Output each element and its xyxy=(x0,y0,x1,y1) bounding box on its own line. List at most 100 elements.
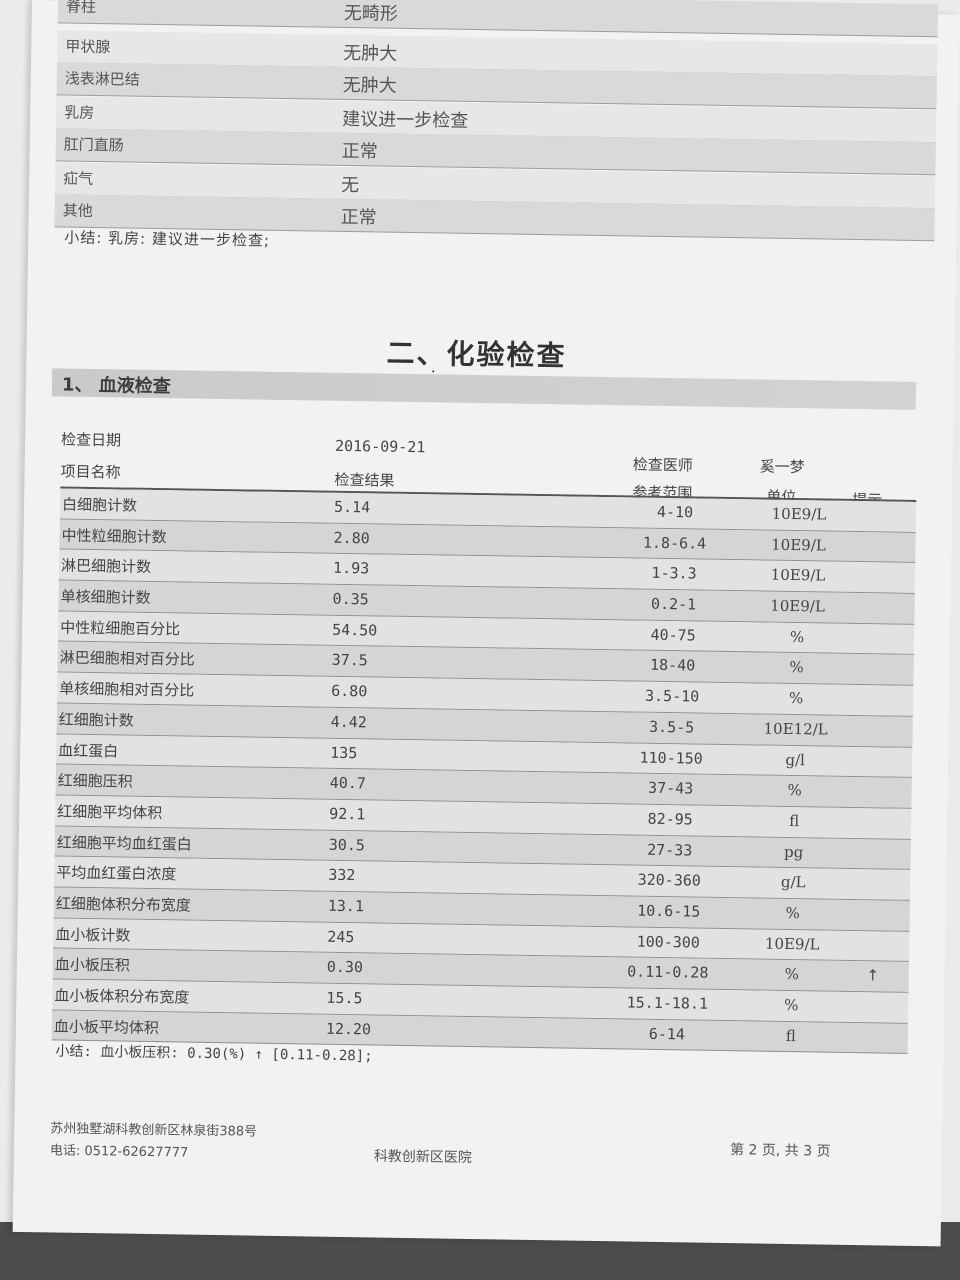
exam-name: 疝气 xyxy=(63,169,94,188)
lab-item-unit: fl xyxy=(789,811,800,831)
exam-result: 无 xyxy=(340,174,360,197)
exam-summary: 小结: 乳房: 建议进一步检查; xyxy=(64,228,271,250)
lab-item-name: 中性粒细胞计数 xyxy=(61,526,167,546)
lab-item-flag xyxy=(852,1028,892,1029)
lab-item-flag xyxy=(855,844,895,845)
doctor-label: 检查医师 xyxy=(632,455,693,475)
lab-item-name: 红细胞平均血红蛋白 xyxy=(56,833,192,854)
lab-item-flag: ↑ xyxy=(866,966,880,985)
lab-item-reference: 110-150 xyxy=(639,748,703,768)
lab-item-reference: 27-33 xyxy=(647,840,693,860)
lab-item-name: 红细胞计数 xyxy=(58,710,134,730)
lab-item-reference: 320-360 xyxy=(637,870,701,890)
lab-item-flag xyxy=(856,782,896,783)
lab-item-value: 4.42 xyxy=(330,712,367,732)
lab-item-unit: % xyxy=(784,995,799,1015)
lab-item-unit: % xyxy=(784,965,800,984)
footer-address: 苏州独墅湖科教创新区林泉街388号 xyxy=(50,1121,258,1140)
exam-result: 正常 xyxy=(340,206,377,229)
lab-item-name: 血小板压积 xyxy=(54,955,130,975)
date-value: 2016-09-21 xyxy=(334,436,426,457)
lab-item-value: 54.50 xyxy=(332,620,378,640)
lab-item-reference: 4-10 xyxy=(656,502,694,522)
lab-item-reference: 10.6-15 xyxy=(637,901,701,921)
lab-item-value: 0.30 xyxy=(326,958,364,977)
lab-item-unit: % xyxy=(787,781,802,800)
lab-item-reference: 37-43 xyxy=(647,778,694,798)
lab-item-reference: 40-75 xyxy=(650,625,696,645)
lab-item-name: 血小板计数 xyxy=(55,925,131,945)
lab-item-name: 红细胞平均体积 xyxy=(57,802,163,823)
lab-item-name: 平均血红蛋白浓度 xyxy=(56,863,177,884)
item-label: 项目名称 xyxy=(60,462,121,482)
exam-name: 浅表淋巴结 xyxy=(64,69,140,89)
lab-item-name: 白细胞计数 xyxy=(61,495,138,515)
date-label: 检查日期 xyxy=(60,430,122,450)
lab-item-reference: 15.1-18.1 xyxy=(626,993,709,1013)
lab-item-value: 1.93 xyxy=(332,559,370,578)
lab-table: 白细胞计数 5.14 4-10 10E9/L 中性粒细胞计数 2.80 1.8-6.4 10E… xyxy=(51,488,917,1055)
lab-item-unit: % xyxy=(788,689,804,708)
exam-name: 脊柱 xyxy=(65,0,97,17)
lab-item-unit: % xyxy=(785,903,801,923)
exam-name: 乳房 xyxy=(64,103,95,122)
lab-item-reference: 0.2-1 xyxy=(650,594,697,614)
lab-item-unit: g/l xyxy=(785,750,806,769)
lab-item-name: 红细胞压积 xyxy=(57,771,133,791)
lab-item-reference: 0.11-0.28 xyxy=(627,962,709,983)
lab-item-unit: 10E9/L xyxy=(770,566,826,585)
lab-item-value: 332 xyxy=(328,866,356,885)
lab-item-flag xyxy=(852,997,892,998)
lab-item-unit: 10E9/L xyxy=(770,596,826,616)
lab-item-reference: 6-14 xyxy=(648,1024,686,1044)
exam-result: 无畸形 xyxy=(343,2,398,25)
lab-item-value: 92.1 xyxy=(329,804,366,824)
lab-summary: 小结: 血小板压积: 0.30(%) ↑ [0.11-0.28]; xyxy=(55,1043,373,1065)
lab-item-name: 单核细胞相对百分比 xyxy=(59,679,195,700)
lab-item-value: 0.35 xyxy=(332,589,369,609)
lab-item-reference: 3.5-10 xyxy=(644,686,700,706)
lab-item-unit: pg xyxy=(783,842,804,861)
lab-item-name: 单核细胞计数 xyxy=(60,587,151,607)
exam-result: 正常 xyxy=(341,140,378,163)
lab-item-unit: 10E9/L xyxy=(764,934,820,954)
lab-item-name: 血红蛋白 xyxy=(58,741,119,760)
lab-item-name: 血小板平均体积 xyxy=(53,1017,160,1037)
lab-item-flag xyxy=(854,874,894,875)
lab-item-flag xyxy=(856,752,896,753)
footer-phone: 电话: 0512-62627777 xyxy=(49,1143,189,1161)
lab-item-unit: 10E9/L xyxy=(771,535,826,555)
exam-name: 肛门直肠 xyxy=(63,135,124,155)
lab-item-unit: g/L xyxy=(780,873,806,892)
lab-item-reference: 18-40 xyxy=(649,656,696,675)
lab-item-flag xyxy=(857,690,897,691)
exam-result: 无肿大 xyxy=(343,42,398,65)
lab-item-unit: fl xyxy=(785,1026,796,1045)
lab-item-value: 12.20 xyxy=(325,1019,372,1039)
lab-item-reference: 3.5-5 xyxy=(648,717,695,737)
lab-item-value: 37.5 xyxy=(331,651,368,670)
lab-item-value: 245 xyxy=(327,927,355,946)
lab-item-value: 5.14 xyxy=(333,497,371,517)
lab-item-value: 6.80 xyxy=(331,681,368,701)
exam-result: 建议进一步检查 xyxy=(341,108,469,132)
lab-item-name: 淋巴细胞相对百分比 xyxy=(59,648,195,670)
footer-address-block: 苏州独墅湖科教创新区林泉街388号 电话: 0512-62627777 xyxy=(50,1118,257,1165)
exam-name: 甲状腺 xyxy=(65,37,111,57)
lab-item-flag xyxy=(859,567,899,568)
report-page: 脊柱 无畸形 甲状腺 无肿大 浅表淋巴结 无肿大 乳房 建议进一步检查 肛门直肠 正常 疝气无其他正… xyxy=(12,0,960,1247)
subsection-title: 1、 血液检查 xyxy=(61,374,171,398)
lab-item-unit: % xyxy=(789,658,804,677)
lab-item-value: 135 xyxy=(330,743,358,762)
speck xyxy=(432,370,435,373)
lab-item-flag xyxy=(860,537,900,538)
lab-item-name: 血小板体积分布宽度 xyxy=(54,986,190,1007)
lab-item-value: 40.7 xyxy=(329,773,367,793)
lab-item-value: 30.5 xyxy=(328,835,366,854)
footer-page-number: 第 2 页, 共 3 页 xyxy=(729,1142,831,1160)
lab-item-flag xyxy=(858,659,898,660)
lab-item-unit: 10E12/L xyxy=(763,719,828,739)
footer-hospital: 科教创新区医院 xyxy=(373,1148,472,1167)
exam-result: 无肿大 xyxy=(342,74,397,97)
doctor-value: 奚一梦 xyxy=(759,457,805,477)
